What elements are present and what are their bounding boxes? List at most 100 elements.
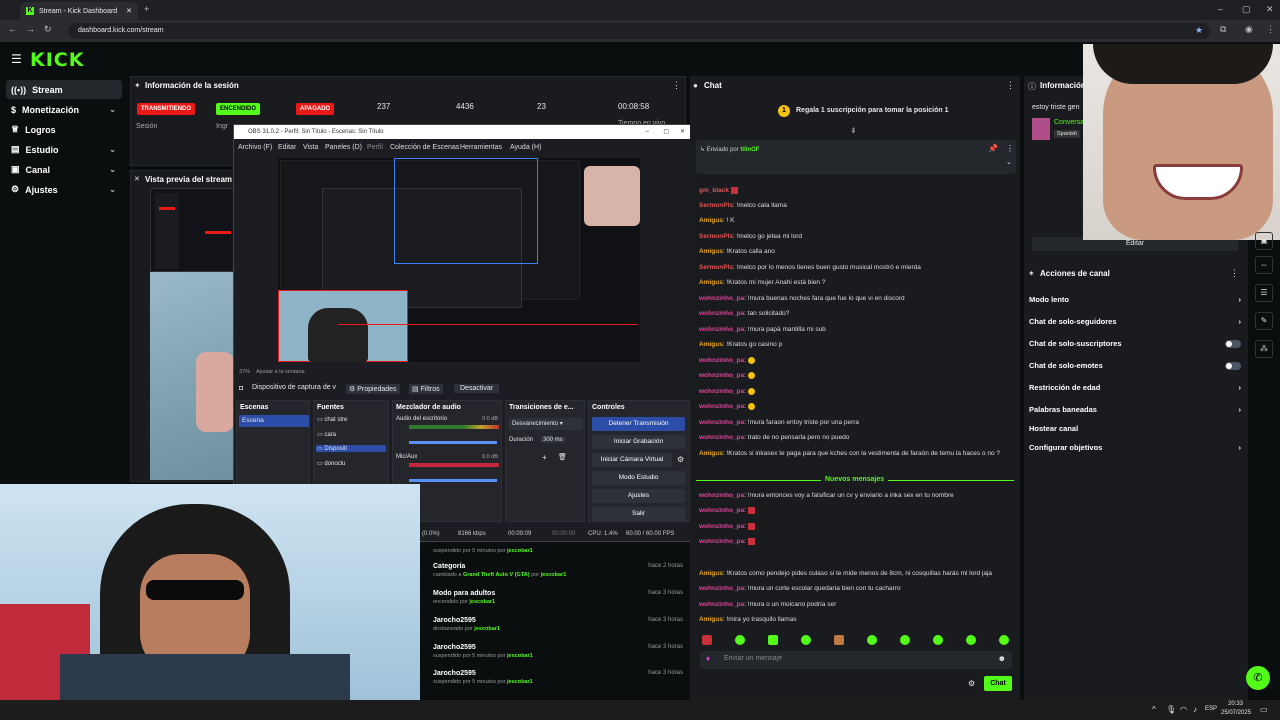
widget-icon[interactable]: ⇔ bbox=[1255, 256, 1273, 274]
chat-username[interactable]: wohnzinho_pa bbox=[699, 523, 744, 530]
category-name[interactable]: Conversa bbox=[1054, 119, 1084, 126]
chat-username[interactable]: wohnzinho_pa bbox=[699, 372, 744, 379]
volume-icon[interactable]: ♪ bbox=[1193, 705, 1197, 714]
obs-menu-archivo[interactable]: Archivo (F) bbox=[238, 144, 272, 151]
emote-icon[interactable] bbox=[999, 635, 1009, 645]
chat-username[interactable]: wohnzinho_pa bbox=[699, 357, 744, 364]
subs-only-toggle[interactable] bbox=[1225, 339, 1241, 348]
sidebar-item-stream[interactable]: ((•)) Stream bbox=[6, 80, 122, 99]
widget-icon[interactable]: ⁂ bbox=[1255, 340, 1273, 358]
close-window-icon[interactable]: ✕ bbox=[1266, 4, 1274, 15]
emote-icon[interactable] bbox=[834, 635, 844, 645]
obs-source-item-selected[interactable]: ▭ Dispositi bbox=[316, 445, 386, 452]
obs-menu-editar[interactable]: Editar bbox=[278, 144, 296, 151]
session-menu-icon[interactable]: ⋮ bbox=[672, 80, 681, 91]
chat-username[interactable]: SermonPls bbox=[699, 264, 733, 271]
sidebar-item-logros[interactable]: ♕ Logros bbox=[6, 120, 122, 139]
obs-deactivate-button[interactable]: Desactivar bbox=[454, 384, 500, 393]
obs-add-transition-icon[interactable]: + bbox=[542, 453, 547, 462]
sidebar-item-ajustes[interactable]: ⚙ Ajustes ⌄ bbox=[6, 180, 122, 199]
browser-tab[interactable]: K Stream - Kick Dashboard ✕ bbox=[20, 2, 138, 20]
chat-username[interactable]: Amigus bbox=[699, 341, 723, 348]
chat-username[interactable]: wohnzinho_pa bbox=[699, 538, 744, 545]
obs-scene-item[interactable]: Escena bbox=[239, 415, 309, 427]
chat-username[interactable]: wohnzinho_pa bbox=[699, 585, 744, 592]
pinned-menu-icon[interactable]: ⋮ bbox=[1006, 144, 1014, 153]
support-chat-icon[interactable]: ✆ bbox=[1246, 666, 1270, 690]
sidebar-item-canal[interactable]: ▣ Canal ⌄ bbox=[6, 160, 122, 179]
action-host-channel[interactable]: Hostear canal bbox=[1029, 424, 1241, 433]
chat-username[interactable]: wohnzinho_pa bbox=[699, 419, 744, 426]
action-banned-words[interactable]: Palabras baneadas › bbox=[1029, 405, 1241, 414]
obs-delete-transition-icon[interactable]: 🗑 bbox=[558, 453, 567, 461]
obs-transition-select[interactable]: Desvanecimiento ▾ bbox=[509, 418, 583, 430]
gift-banner[interactable]: Regala 1 suscripción para tomar la posic… bbox=[796, 107, 949, 114]
action-goals[interactable]: Configurar objetivos › bbox=[1029, 443, 1241, 452]
kick-logo[interactable]: KICK bbox=[30, 49, 84, 71]
emote-icon[interactable] bbox=[768, 635, 778, 645]
tray-up-icon[interactable]: ^ bbox=[1152, 705, 1156, 714]
chat-username[interactable]: wohnzinho_pa bbox=[699, 507, 744, 514]
preview-close-icon[interactable]: ✕ bbox=[134, 175, 140, 183]
emoji-picker-icon[interactable]: ☻ bbox=[998, 654, 1006, 663]
action-subs-only[interactable]: Chat de solo-suscriptores bbox=[1029, 339, 1241, 348]
extensions-icon[interactable]: ⧉ bbox=[1220, 24, 1226, 35]
obs-menu-ayuda[interactable]: Ayuda (H) bbox=[510, 144, 541, 151]
obs-start-recording-button[interactable]: Iniciar Grabación bbox=[592, 435, 685, 449]
chevron-down-icon[interactable]: ⌄ bbox=[1006, 158, 1012, 166]
chat-username[interactable]: Amigus bbox=[699, 279, 723, 286]
clock-date[interactable]: 25/07/2025 bbox=[1221, 710, 1251, 716]
action-age-restriction[interactable]: Restricción de edad › bbox=[1029, 383, 1241, 392]
obs-stop-stream-button[interactable]: Detener Transmisión bbox=[592, 417, 685, 431]
url-input[interactable]: dashboard.kick.com/stream bbox=[68, 23, 1210, 39]
back-icon[interactable]: ← bbox=[8, 24, 17, 34]
emote-icon[interactable] bbox=[702, 635, 712, 645]
obs-maximize-icon[interactable]: ▢ bbox=[663, 125, 669, 139]
obs-menu-vista[interactable]: Vista bbox=[303, 144, 318, 151]
chat-username[interactable]: wohnzinho_pa bbox=[699, 310, 744, 317]
forward-icon[interactable]: → bbox=[26, 24, 35, 34]
widget-icon[interactable]: ☰ bbox=[1255, 284, 1273, 302]
obs-desktop-volume-slider[interactable] bbox=[409, 441, 497, 444]
chat-username[interactable]: Amigus bbox=[699, 450, 723, 457]
chat-username[interactable]: wohnzinho_pa bbox=[699, 601, 744, 608]
chat-username[interactable]: Amigus bbox=[699, 248, 723, 255]
obs-source-item[interactable]: ▭ cara bbox=[317, 431, 387, 438]
chat-settings-gear-icon[interactable]: ⚙ bbox=[968, 679, 975, 688]
chat-menu-icon[interactable]: ⋮ bbox=[1006, 80, 1015, 91]
chat-username[interactable]: wohnzinho_pa bbox=[699, 492, 744, 499]
obs-properties-button[interactable]: ⚙ Propiedades bbox=[346, 384, 400, 394]
emote-icon[interactable] bbox=[966, 635, 976, 645]
maximize-icon[interactable]: ▢ bbox=[1242, 4, 1251, 15]
tab-close-icon[interactable]: ✕ bbox=[126, 7, 132, 15]
chat-send-button[interactable]: Chat bbox=[984, 676, 1012, 691]
chat-username[interactable]: wohnzinho_pa bbox=[699, 403, 744, 410]
profile-icon[interactable]: ◉ bbox=[1245, 24, 1253, 35]
emote-icon[interactable] bbox=[735, 635, 745, 645]
menu-dots-icon[interactable]: ⋮ bbox=[1266, 24, 1275, 35]
language-indicator[interactable]: ESP bbox=[1205, 706, 1217, 712]
action-slow-mode[interactable]: Modo lento › bbox=[1029, 295, 1241, 304]
chat-username[interactable]: wohnzinho_pa bbox=[699, 388, 744, 395]
notification-icon[interactable]: ▭ bbox=[1260, 705, 1268, 714]
sidebar-item-monetizacion[interactable]: $ Monetización ⌄ bbox=[6, 100, 122, 119]
obs-mic-volume-slider[interactable] bbox=[409, 479, 497, 482]
emote-icon[interactable] bbox=[801, 635, 811, 645]
chat-username[interactable]: Amigus bbox=[699, 217, 723, 224]
emote-icon[interactable] bbox=[900, 635, 910, 645]
pin-icon[interactable]: 📌 bbox=[988, 144, 998, 153]
emote-icon[interactable] bbox=[867, 635, 877, 645]
wifi-icon[interactable]: ◠ bbox=[1180, 705, 1187, 714]
chat-username[interactable]: SermonPls bbox=[699, 202, 733, 209]
obs-canvas[interactable] bbox=[278, 158, 640, 362]
chat-input[interactable]: ♦ Enviar un mensaje ☻ bbox=[700, 651, 1012, 669]
chat-username[interactable]: SermonPls bbox=[699, 233, 733, 240]
sidebar-item-estudio[interactable]: ▤ Estudio ⌄ bbox=[6, 140, 122, 159]
obs-virtual-cam-button[interactable]: Iniciar Cámara Virtual bbox=[592, 453, 672, 467]
obs-source-item[interactable]: ▭ chat stre bbox=[317, 416, 387, 423]
obs-menu-herramientas[interactable]: Herramientas bbox=[460, 144, 502, 151]
obs-menu-escenas[interactable]: Colección de Escenas bbox=[390, 144, 459, 151]
emotes-only-toggle[interactable] bbox=[1225, 361, 1241, 370]
obs-source-item[interactable]: ▭ donoclu bbox=[317, 460, 387, 467]
obs-fit[interactable]: Ajustar a la ventana bbox=[256, 369, 305, 375]
